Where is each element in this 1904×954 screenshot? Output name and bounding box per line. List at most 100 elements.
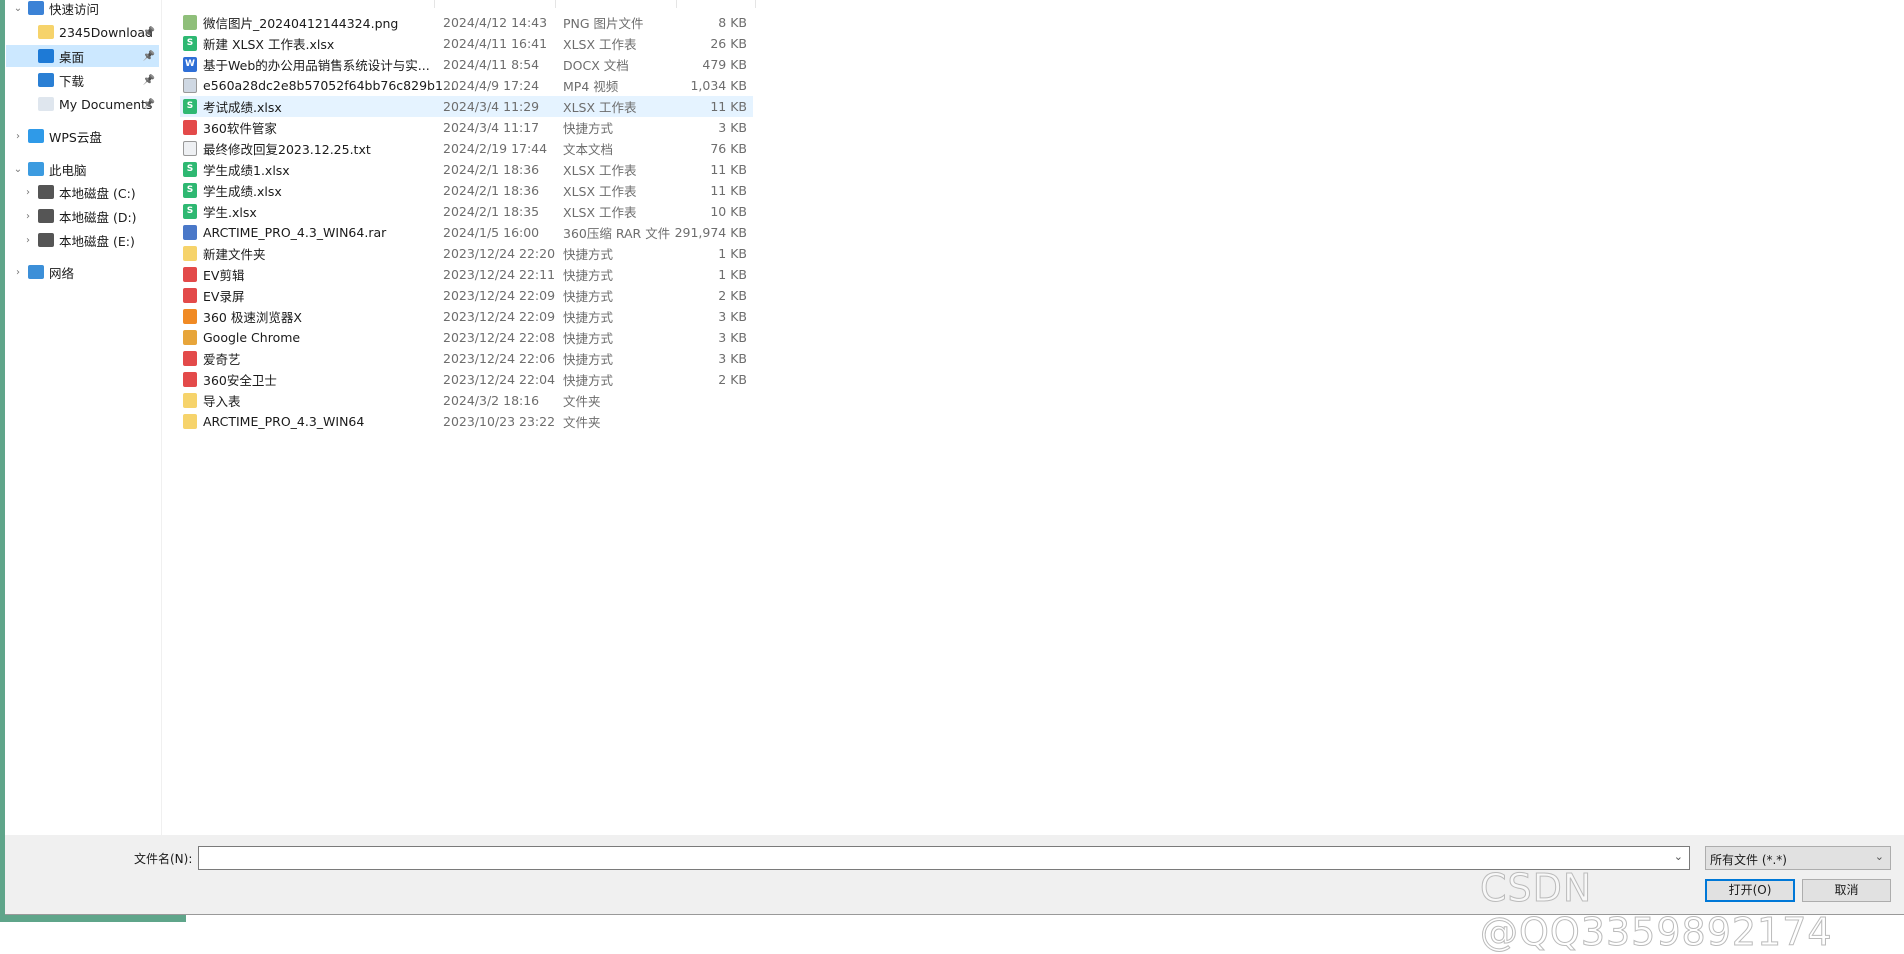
folder-icon [183,414,197,429]
folder-icon [38,25,54,39]
file-row[interactable]: 新建文件夹 2023/12/24 22:20 快捷方式 1 KB [180,243,753,264]
file-row[interactable]: ARCTIME_PRO_4.3_WIN64.rar 2024/1/5 16:00 3… [180,222,753,243]
file-size: 2 KB [718,372,747,387]
file-row[interactable]: S 学生成绩.xlsx 2024/2/1 18:36 XLSX 工作表 11 KB [180,180,753,201]
app-shortcut-icon [183,372,197,387]
chrome-icon [183,330,197,345]
navigation-pane[interactable]: ⌄ 快速访问 2345Download 📌 桌面 📌 下载 📌 My Documents 📌 › WP… [5,0,162,835]
sidebar-item-label: 本地磁盘 (D:) [59,209,137,225]
file-row[interactable]: 爱奇艺 2023/12/24 22:06 快捷方式 3 KB [180,348,753,369]
file-name: 最终修改回复2023.12.25.txt [203,142,371,157]
cloud-icon [28,129,44,143]
file-size: 479 KB [702,57,747,72]
app-shortcut-icon [183,351,197,366]
file-type: 360压缩 RAR 文件 [563,226,671,241]
sidebar-item[interactable]: My Documents 📌 [6,93,159,115]
network-icon [28,265,44,279]
file-row[interactable]: e560a28dc2e8b57052f64bb76c829b1... 2024/4… [180,75,753,96]
chevron-down-icon[interactable]: ⌄ [1674,850,1683,863]
file-date: 2024/4/9 17:24 [443,78,540,93]
app-shortcut-icon [183,120,197,135]
column-divider-date[interactable] [555,0,556,8]
pin-icon: 📌 [142,74,155,86]
file-type: 文件夹 [563,415,601,430]
column-divider-size[interactable] [755,0,756,8]
file-row[interactable]: 导入表 2024/3/2 18:16 文件夹 [180,390,753,411]
file-row[interactable]: EV剪辑 2023/12/24 22:11 快捷方式 1 KB [180,264,753,285]
sidebar-item[interactable]: ⌄ 快速访问 [6,0,159,19]
file-type: XLSX 工作表 [563,163,637,178]
file-name: 新建文件夹 [203,247,266,262]
file-type: 快捷方式 [563,310,614,325]
file-row[interactable]: W 基于Web的办公用品销售系统设计与实... 2024/4/11 8:54 DOCX… [180,54,753,75]
file-size: 2 KB [718,288,747,303]
file-row[interactable]: Google Chrome 2023/12/24 22:08 快捷方式 3 KB [180,327,753,348]
chevron-right-icon[interactable]: › [22,187,34,198]
dialog-footer: 文件名(N): ⌄ 所有文件 (*.*) ⌄ 打开(O) 取消 [5,835,1904,915]
file-size: 26 KB [710,36,747,51]
file-row[interactable]: 微信图片_20240412144324.png 2024/4/12 14:43 PN… [180,12,753,33]
file-name: e560a28dc2e8b57052f64bb76c829b1... [203,78,455,93]
folder-shortcut-icon [183,246,197,261]
sidebar-item[interactable]: › 本地磁盘 (E:) [6,229,159,251]
file-name: 爱奇艺 [203,352,241,367]
file-date: 2024/2/19 17:44 [443,141,548,156]
file-size: 3 KB [718,120,747,135]
column-divider-type[interactable] [676,0,677,8]
sidebar-item[interactable]: › 本地磁盘 (C:) [6,181,159,203]
file-size: 3 KB [718,309,747,324]
sidebar-item[interactable]: ⌄ 此电脑 [6,158,159,180]
spreadsheet-icon: S [183,162,197,177]
chevron-right-icon[interactable]: › [22,235,34,246]
file-row[interactable]: 最终修改回复2023.12.25.txt 2024/2/19 17:44 文本文档 7… [180,138,753,159]
spreadsheet-icon: S [183,204,197,219]
sidebar-item[interactable]: › 本地磁盘 (D:) [6,205,159,227]
file-date: 2024/2/1 18:36 [443,183,540,198]
sidebar-item[interactable]: 下载 📌 [6,69,159,91]
chevron-down-icon: ⌄ [1874,850,1884,863]
app-shortcut-icon [183,288,197,303]
file-date: 2024/2/1 18:36 [443,162,540,177]
file-date: 2023/12/24 22:06 [443,351,556,366]
file-row[interactable]: S 学生成绩1.xlsx 2024/2/1 18:36 XLSX 工作表 11 KB [180,159,753,180]
file-type-select[interactable]: 所有文件 (*.*) ⌄ [1705,846,1891,870]
file-size: 291,974 KB [674,225,747,240]
file-name: 学生成绩1.xlsx [203,163,290,178]
file-row[interactable]: ARCTIME_PRO_4.3_WIN64 2023/10/23 23:22 文件夹 [180,411,753,432]
chevron-right-icon[interactable]: › [12,131,24,142]
file-row[interactable]: 360软件管家 2024/3/4 11:17 快捷方式 3 KB [180,117,753,138]
chevron-right-icon[interactable]: › [22,211,34,222]
file-row[interactable]: S 新建 XLSX 工作表.xlsx 2024/4/11 16:41 XLSX 工作表… [180,33,753,54]
column-divider-name[interactable] [434,0,435,8]
open-button[interactable]: 打开(O) [1705,879,1795,902]
file-date: 2024/2/1 18:35 [443,204,540,219]
file-size: 8 KB [718,15,747,30]
file-name: 360软件管家 [203,121,277,136]
file-name: Google Chrome [203,330,301,345]
file-row[interactable]: 360 极速浏览器X 2023/12/24 22:09 快捷方式 3 KB [180,306,753,327]
file-date: 2023/12/24 22:11 [443,267,556,282]
browser-icon [183,309,197,324]
cancel-button[interactable]: 取消 [1802,879,1891,902]
file-row[interactable]: 360安全卫士 2023/12/24 22:04 快捷方式 2 KB [180,369,753,390]
sidebar-item[interactable]: 桌面 📌 [6,45,159,67]
file-type: 快捷方式 [563,352,614,367]
file-name: 学生.xlsx [203,205,257,220]
file-size: 11 KB [710,183,747,198]
file-size: 11 KB [710,99,747,114]
sidebar-item[interactable]: 2345Download 📌 [6,21,159,43]
sidebar-item[interactable]: › WPS云盘 [6,125,159,147]
file-date: 2024/1/5 16:00 [443,225,540,240]
file-row[interactable]: EV录屏 2023/12/24 22:09 快捷方式 2 KB [180,285,753,306]
file-size: 1,034 KB [690,78,747,93]
filename-label: 文件名(N): [134,852,193,866]
chevron-right-icon[interactable]: › [12,267,24,278]
chevron-down-icon[interactable]: ⌄ [12,3,24,14]
sidebar-item[interactable]: › 网络 [6,261,159,283]
image-icon [183,15,197,30]
filename-input[interactable]: ⌄ [198,846,1690,870]
file-row[interactable]: S 考试成绩.xlsx 2024/3/4 11:29 XLSX 工作表 11 KB [180,96,753,117]
file-row[interactable]: S 学生.xlsx 2024/2/1 18:35 XLSX 工作表 10 KB [180,201,753,222]
sidebar-item-label: 桌面 [59,49,85,65]
chevron-down-icon[interactable]: ⌄ [12,164,24,175]
